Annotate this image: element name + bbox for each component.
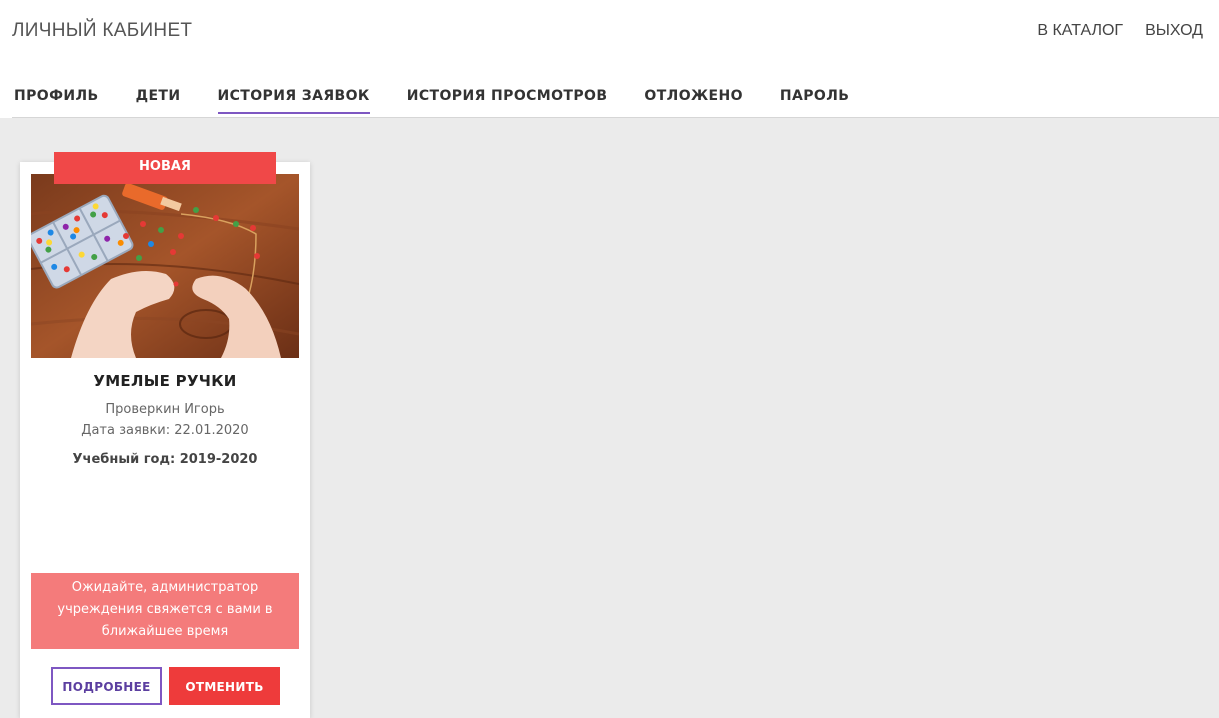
- tab-request-history[interactable]: ИСТОРИЯ ЗАЯВОК: [217, 88, 371, 114]
- tab-view-history[interactable]: ИСТОРИЯ ПРОСМОТРОВ: [407, 88, 608, 113]
- top-links: В КАТАЛОГ ВЫХОД: [1037, 22, 1203, 40]
- tabs-divider: [12, 117, 1219, 118]
- cancel-button[interactable]: ОТМЕНИТЬ: [169, 667, 280, 705]
- tab-children[interactable]: ДЕТИ: [136, 88, 181, 113]
- status-badge: НОВАЯ: [54, 152, 276, 184]
- tab-postponed[interactable]: ОТЛОЖЕНО: [644, 88, 743, 113]
- status-notice: Ожидайте, администратор учреждения свяже…: [31, 573, 299, 649]
- request-date: Дата заявки: 22.01.2020: [81, 423, 249, 438]
- details-button[interactable]: ПОДРОБНЕЕ: [51, 667, 162, 705]
- course-photo: [31, 174, 299, 358]
- tab-password[interactable]: ПАРОЛЬ: [780, 88, 849, 113]
- school-year: Учебный год: 2019-2020: [72, 452, 258, 467]
- catalog-link[interactable]: В КАТАЛОГ: [1037, 22, 1123, 40]
- page-title: ЛИЧНЫЙ КАБИНЕТ: [12, 20, 193, 41]
- logout-link[interactable]: ВЫХОД: [1145, 22, 1203, 40]
- request-card: НОВАЯ УМЕЛЫЕ РУЧКИ Проверкин Игорь Дата …: [20, 152, 310, 718]
- header: ЛИЧНЫЙ КАБИНЕТ В КАТАЛОГ ВЫХОД ПРОФИЛЬ Д…: [0, 0, 1219, 118]
- child-name: Проверкин Игорь: [105, 402, 225, 417]
- course-title: УМЕЛЫЕ РУЧКИ: [93, 372, 237, 390]
- tab-profile[interactable]: ПРОФИЛЬ: [14, 88, 99, 113]
- tabs-bar: ПРОФИЛЬ ДЕТИ ИСТОРИЯ ЗАЯВОК ИСТОРИЯ ПРОС…: [14, 88, 886, 114]
